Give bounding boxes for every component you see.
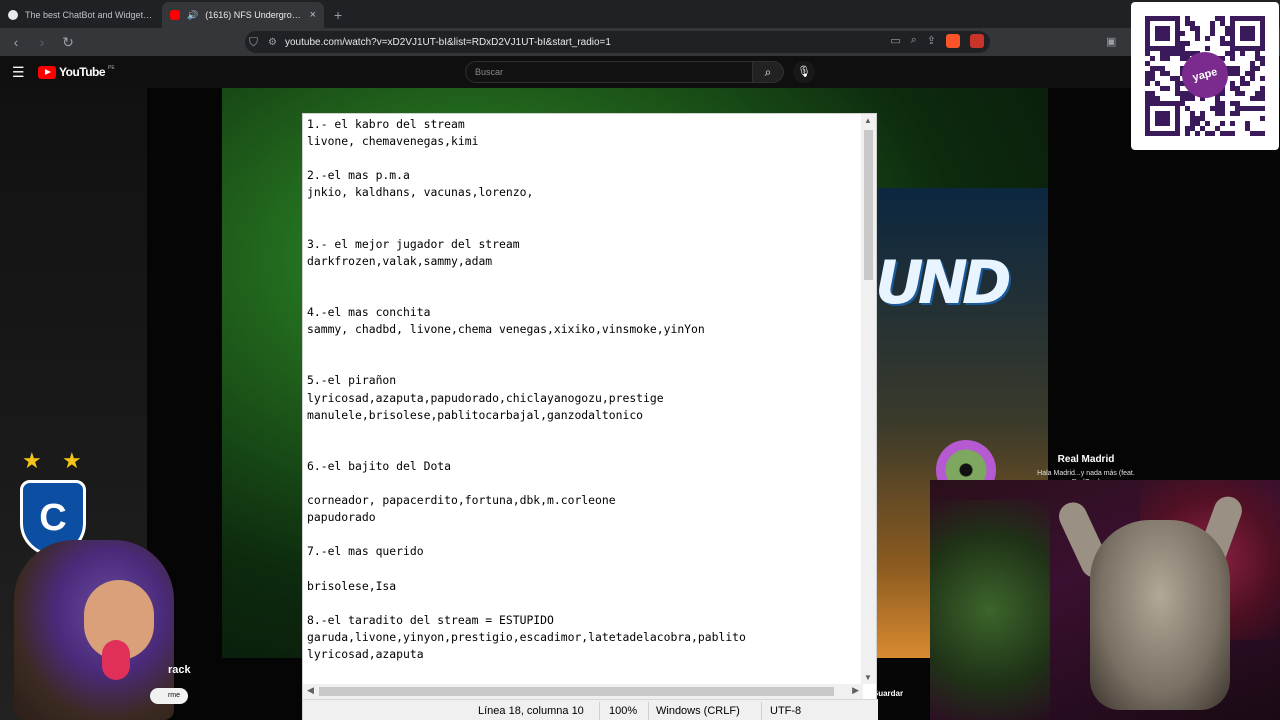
status-divider: [648, 702, 649, 720]
text-line[interactable]: lyricosad,azaputa: [307, 646, 863, 663]
youtube-icon: [170, 10, 180, 20]
text-line[interactable]: 7.-el mas querido: [307, 543, 863, 560]
donkey-mask: [1090, 520, 1230, 710]
search-placeholder: Buscar: [475, 67, 504, 77]
webcam-light-left: [930, 500, 1050, 720]
vertical-scrollbar[interactable]: ▲ ▼: [861, 114, 876, 684]
text-line[interactable]: 1.- el kabro del stream: [307, 116, 863, 133]
reload-icon[interactable]: ↻: [58, 34, 78, 51]
text-line[interactable]: manulele,brisolese,pablitocarbajal,ganzo…: [307, 407, 863, 424]
scroll-left-icon[interactable]: ◀: [307, 685, 314, 696]
status-divider: [761, 702, 762, 720]
search-button[interactable]: ⌕: [752, 61, 784, 83]
text-line[interactable]: [307, 201, 863, 218]
text-line[interactable]: corneador, papacerdito,fortuna,dbk,m.cor…: [307, 492, 863, 509]
address-bar[interactable]: ⛉ ⚙ youtube.com/watch?v=xD2VJ1UT-bI&list…: [245, 31, 990, 53]
subscribe-button[interactable]: rme: [150, 688, 188, 704]
screen: The best ChatBot and Widgets for K 🔊 (16…: [0, 0, 1280, 720]
text-line[interactable]: [307, 150, 863, 167]
tab-youtube[interactable]: 🔊 (1616) NFS Underground 2 - ×: [162, 2, 324, 28]
cursor-position: Línea 18, columna 10: [478, 705, 584, 717]
text-line[interactable]: garuda,livone,yinyon,prestigio,escadimor…: [307, 629, 863, 646]
voice-search-button[interactable]: 🎙: [793, 61, 815, 83]
text-line[interactable]: lyricosad,azaputa,papudorado,chiclayanog…: [307, 390, 863, 407]
audio-icon[interactable]: 🔊: [187, 10, 198, 21]
tab-chatbot[interactable]: The best ChatBot and Widgets for K: [0, 2, 162, 28]
text-line[interactable]: [307, 560, 863, 577]
avatar-tongue: [102, 640, 130, 680]
reader-mode-icon[interactable]: ▭: [890, 34, 900, 48]
text-line[interactable]: [307, 595, 863, 612]
text-line[interactable]: [307, 219, 863, 236]
now-playing-title: Real Madrid: [1057, 454, 1115, 465]
tab-title: (1616) NFS Underground 2 -: [205, 10, 303, 20]
site-info-icon[interactable]: ⚙: [268, 37, 277, 48]
chatbot-icon: [8, 10, 18, 20]
browser-tab-bar: The best ChatBot and Widgets for K 🔊 (16…: [0, 0, 1280, 28]
game-logo-art: UND: [875, 248, 1012, 318]
text-line[interactable]: [307, 270, 863, 287]
text-line[interactable]: livone, chemavenegas,kimi: [307, 133, 863, 150]
save-button[interactable]: Guardar: [872, 689, 924, 703]
new-tab-button[interactable]: +: [324, 7, 352, 28]
brave-rewards-icon[interactable]: [970, 34, 984, 48]
notepad-window: 1.- el kabro del stream livone, chemavene…: [302, 113, 878, 720]
search-icon: ⌕: [764, 65, 772, 79]
notepad-editor[interactable]: 1.- el kabro del stream livone, chemavene…: [303, 114, 863, 684]
horizontal-scroll-thumb[interactable]: [319, 687, 834, 696]
text-line[interactable]: papudorado: [307, 509, 863, 526]
scroll-up-icon[interactable]: ▲: [864, 116, 872, 125]
text-line[interactable]: [307, 355, 863, 372]
text-line[interactable]: 3.- el mejor jugador del stream: [307, 236, 863, 253]
youtube-play-icon: [38, 65, 56, 79]
youtube-logo[interactable]: YouTube PE: [38, 65, 115, 79]
country-code: PE: [108, 65, 115, 71]
zoom-level: 100%: [609, 705, 638, 717]
browser-nav-bar: ‹ › ↻ ⛉ ⚙ youtube.com/watch?v=xD2VJ1UT-b…: [0, 28, 1280, 56]
encoding: UTF-8: [770, 705, 802, 717]
share-icon[interactable]: ⇪: [927, 34, 936, 48]
scroll-down-icon[interactable]: ▼: [864, 673, 872, 682]
streamer-overlay: ★ ★ C: [0, 440, 200, 720]
text-line[interactable]: 4.-el mas conchita: [307, 304, 863, 321]
brave-shields-icon[interactable]: [946, 34, 960, 48]
star-icon: ★: [62, 448, 82, 473]
mic-icon: 🎙: [797, 66, 811, 78]
vertical-scroll-thumb[interactable]: [864, 130, 873, 280]
tab-title: The best ChatBot and Widgets for K: [25, 10, 154, 20]
bookmark-icon[interactable]: ⛉: [249, 35, 258, 50]
text-line[interactable]: darkfrozen,valak,sammy,adam: [307, 253, 863, 270]
star-icon: ★: [22, 448, 42, 473]
horizontal-scrollbar[interactable]: ◀ ▶: [303, 684, 863, 699]
close-tab-icon[interactable]: ×: [310, 9, 316, 21]
text-line[interactable]: [307, 441, 863, 458]
zoom-icon[interactable]: ⌕: [911, 34, 917, 48]
sidebar-icon[interactable]: ▣: [1106, 35, 1116, 48]
status-divider: [599, 702, 600, 720]
text-line[interactable]: [307, 475, 863, 492]
text-line[interactable]: sammy, chadbd, livone,chema venegas,xixi…: [307, 321, 863, 338]
text-line[interactable]: [307, 338, 863, 355]
text-line[interactable]: 8.-el taradito del stream = ESTUPIDO: [307, 612, 863, 629]
forward-icon[interactable]: ›: [32, 34, 52, 50]
text-line[interactable]: 2.-el mas p.m.a: [307, 167, 863, 184]
webcam-feed: [930, 480, 1280, 720]
line-ending: Windows (CRLF): [656, 705, 740, 717]
text-line[interactable]: [307, 287, 863, 304]
track-label: rack: [168, 664, 191, 676]
text-line[interactable]: 6.-el bajito del Dota: [307, 458, 863, 475]
text-line[interactable]: [307, 424, 863, 441]
text-line[interactable]: [307, 526, 863, 543]
youtube-wordmark: YouTube: [59, 65, 106, 79]
status-bar: Línea 18, columna 10 100% Windows (CRLF)…: [303, 699, 878, 720]
search-input[interactable]: Buscar: [465, 61, 753, 83]
text-line[interactable]: 5.-el pirañon: [307, 372, 863, 389]
scroll-right-icon[interactable]: ▶: [852, 685, 859, 696]
text-line[interactable]: brisolese,Isa: [307, 578, 863, 595]
menu-icon[interactable]: ☰: [12, 64, 25, 81]
url-text[interactable]: youtube.com/watch?v=xD2VJ1UT-bI&list=RDx…: [285, 37, 611, 48]
youtube-header: ☰ YouTube PE Buscar ⌕ 🎙: [0, 56, 1280, 88]
back-icon[interactable]: ‹: [6, 34, 26, 50]
text-line[interactable]: jnkio, kaldhans, vacunas,lorenzo,: [307, 184, 863, 201]
